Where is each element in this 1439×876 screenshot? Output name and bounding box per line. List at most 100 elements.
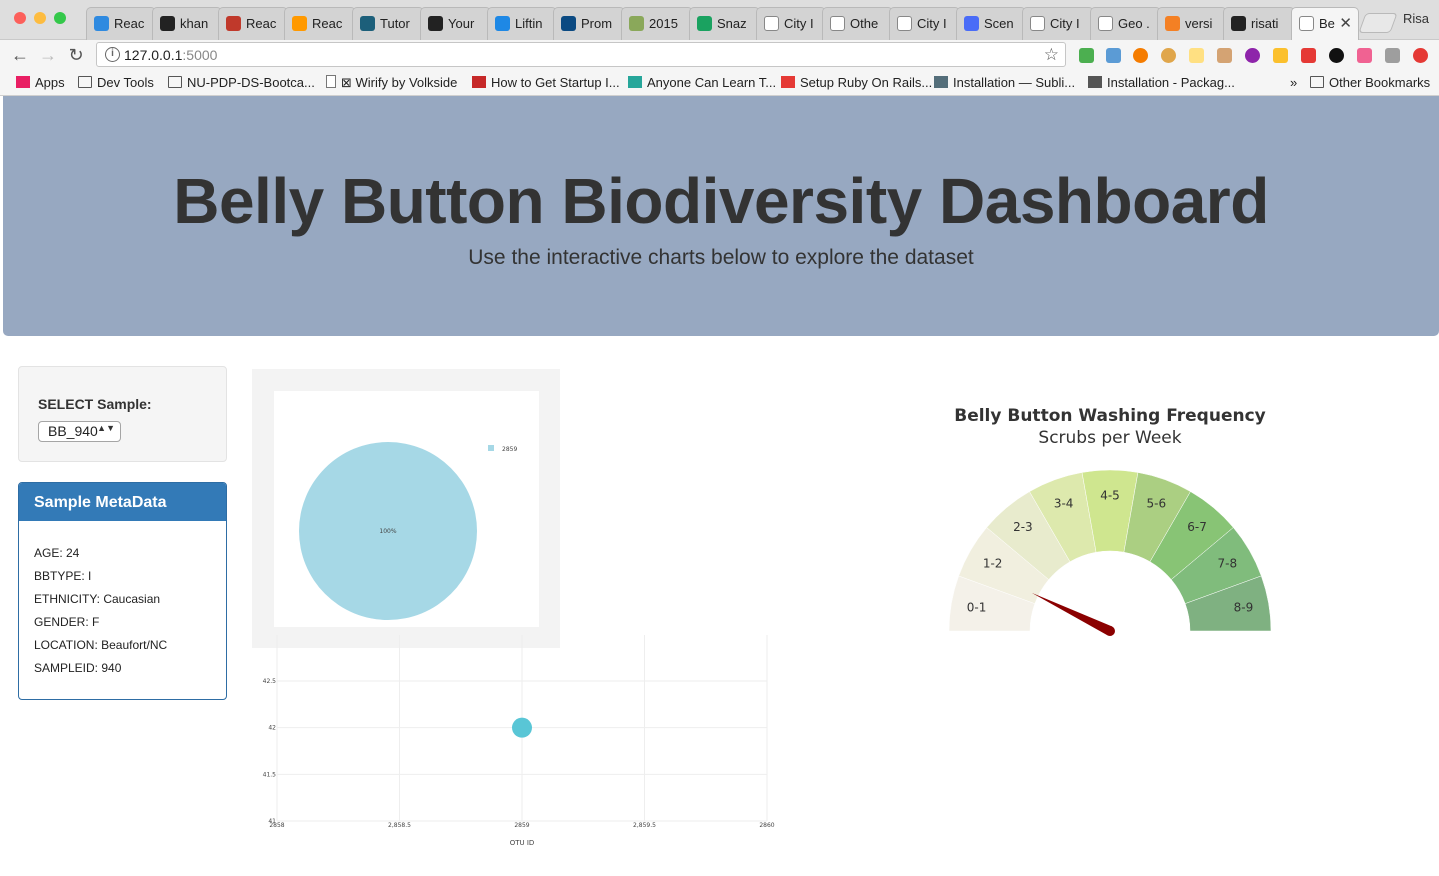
- extension-icon[interactable]: [1079, 48, 1094, 63]
- gauge-subtitle: Scrubs per Week: [1038, 428, 1181, 448]
- bookmark-item[interactable]: Installation - Packag...: [1088, 75, 1235, 90]
- tab-label: Prom: [581, 16, 613, 31]
- extension-icon[interactable]: [1329, 48, 1344, 63]
- browser-tab[interactable]: Reac: [86, 7, 156, 40]
- legend-swatch[interactable]: [488, 445, 494, 451]
- browser-tab[interactable]: Liftin: [487, 7, 557, 40]
- browser-tab[interactable]: City I: [1022, 7, 1094, 40]
- pie-chart-container: 100% 2859: [252, 369, 560, 648]
- extension-icon[interactable]: [1413, 48, 1428, 63]
- browser-tab[interactable]: Snaz: [689, 7, 760, 40]
- tab-label: khan: [180, 16, 209, 31]
- other-bookmarks-folder[interactable]: Other Bookmarks: [1310, 75, 1430, 90]
- gauge-segment-label: 2-3: [1013, 520, 1033, 534]
- browser-tab[interactable]: Tutor: [352, 7, 424, 40]
- bookmark-label: Installation - Packag...: [1107, 75, 1235, 90]
- extension-icon[interactable]: [1106, 48, 1121, 63]
- bubble-point[interactable]: [512, 717, 532, 738]
- extension-icon[interactable]: [1245, 48, 1260, 63]
- bookmark-item[interactable]: How to Get Startup I...: [472, 75, 620, 90]
- extension-icon[interactable]: [1133, 48, 1148, 63]
- address-url[interactable]: 127.0.0.1:5000: [124, 47, 217, 63]
- legend-label[interactable]: 2859: [502, 446, 517, 453]
- bookmark-item[interactable]: Setup Ruby On Rails...: [781, 75, 932, 90]
- metadata-row: SAMPLEID: 940: [34, 661, 122, 675]
- tab-favicon-icon: [561, 16, 576, 31]
- address-bar[interactable]: i 127.0.0.1:5000 ☆: [96, 42, 1066, 67]
- tab-favicon-icon: [428, 16, 443, 31]
- tab-label: Reac: [312, 16, 343, 31]
- browser-tab[interactable]: City I: [889, 7, 960, 40]
- extension-icon[interactable]: [1357, 48, 1372, 63]
- extension-icon[interactable]: [1385, 48, 1400, 63]
- bookmark-label: Apps: [35, 75, 65, 90]
- forward-icon[interactable]: →: [37, 44, 59, 66]
- extension-icon[interactable]: [1161, 48, 1176, 63]
- bubble-chart[interactable]: 2858 2,858.5 2859 2,859.5 28604141.54242.5OT…: [252, 635, 782, 860]
- extension-icon[interactable]: [1301, 48, 1316, 63]
- page-title: Belly Button Biodiversity Dashboard: [173, 165, 1269, 237]
- y-tick-label: 42: [268, 725, 276, 732]
- browser-tab[interactable]: 2015: [621, 7, 693, 40]
- select-arrows-icon: ▲▼: [97, 423, 115, 433]
- reload-icon[interactable]: ↻: [65, 44, 87, 66]
- browser-tab[interactable]: Geo .: [1090, 7, 1161, 40]
- window-zoom-button[interactable]: [54, 12, 66, 24]
- back-icon[interactable]: ←: [9, 44, 31, 66]
- window-close-button[interactable]: [14, 12, 26, 24]
- tab-label: Othe: [850, 16, 879, 31]
- profile-name[interactable]: Risa: [1403, 11, 1429, 26]
- gauge-chart[interactable]: Belly Button Washing FrequencyScrubs per…: [930, 395, 1290, 645]
- browser-tab[interactable]: khan: [152, 7, 222, 40]
- tab-label: risati: [1251, 16, 1279, 31]
- new-tab-button[interactable]: [1358, 13, 1398, 33]
- extension-icon[interactable]: [1189, 48, 1204, 63]
- tab-label: versi: [1185, 16, 1213, 31]
- browser-tab[interactable]: risati: [1223, 7, 1295, 40]
- extension-icon[interactable]: [1273, 48, 1288, 63]
- yc-icon: [472, 76, 486, 88]
- rails-icon: [781, 76, 795, 88]
- browser-tab[interactable]: City I: [756, 7, 826, 40]
- y-tick-label: 41.5: [263, 771, 277, 778]
- browser-tab-strip: Reac khan Reac Reac Tutor Your Liftin Prom 2015 S…: [0, 0, 1439, 40]
- gauge-segment-label: 5-6: [1147, 497, 1167, 511]
- more-bookmarks-button[interactable]: »: [1290, 75, 1297, 90]
- gauge-segment-label: 7-8: [1218, 556, 1238, 570]
- window-minimize-button[interactable]: [34, 12, 46, 24]
- folder-icon: [1310, 76, 1324, 88]
- browser-tab[interactable]: versi: [1157, 7, 1227, 40]
- browser-tab[interactable]: Reac: [218, 7, 288, 40]
- bookmark-label: NU-PDP-DS-Bootca...: [187, 75, 315, 90]
- bookmark-item[interactable]: Dev Tools: [78, 75, 154, 90]
- browser-tab[interactable]: Your: [420, 7, 491, 40]
- browser-tab[interactable]: Othe: [822, 7, 893, 40]
- pie-chart[interactable]: 100% 2859: [274, 391, 539, 627]
- tab-favicon-icon: [1231, 16, 1246, 31]
- tab-label: Reac: [114, 16, 145, 31]
- browser-toolbar: ← → ↻ i 127.0.0.1:5000 ☆: [0, 40, 1439, 70]
- brace-icon: [628, 76, 642, 88]
- box-icon: [1088, 76, 1102, 88]
- metadata-row: LOCATION: Beaufort/NC: [34, 638, 168, 652]
- bookmark-item[interactable]: ⊠ Wirify by Volkside: [326, 75, 457, 91]
- gauge-segment-label: 6-7: [1187, 520, 1207, 534]
- tab-favicon-icon: [629, 16, 644, 31]
- info-icon[interactable]: i: [105, 47, 120, 62]
- bookmark-item[interactable]: Anyone Can Learn T...: [628, 75, 776, 90]
- bookmark-item[interactable]: NU-PDP-DS-Bootca...: [168, 75, 315, 90]
- extension-icon[interactable]: [1217, 48, 1232, 63]
- browser-tab[interactable]: Prom: [553, 7, 625, 40]
- sample-select-dropdown[interactable]: BB_940 ▲▼: [38, 421, 121, 442]
- browser-tab[interactable]: Scen: [956, 7, 1026, 40]
- browser-tab[interactable]: Reac: [284, 7, 356, 40]
- tab-label: Liftin: [515, 16, 543, 31]
- bookmark-item[interactable]: Installation — Subli...: [934, 75, 1075, 90]
- bookmark-star-icon[interactable]: ☆: [1044, 45, 1059, 65]
- tab-close-icon[interactable]: ✕: [1339, 14, 1352, 32]
- tab-favicon-icon: [160, 16, 175, 31]
- bookmark-item[interactable]: Apps: [16, 75, 65, 90]
- browser-tab[interactable]: Be ✕: [1291, 7, 1359, 40]
- folder-icon: [168, 76, 182, 88]
- tab-label: City I: [917, 16, 947, 31]
